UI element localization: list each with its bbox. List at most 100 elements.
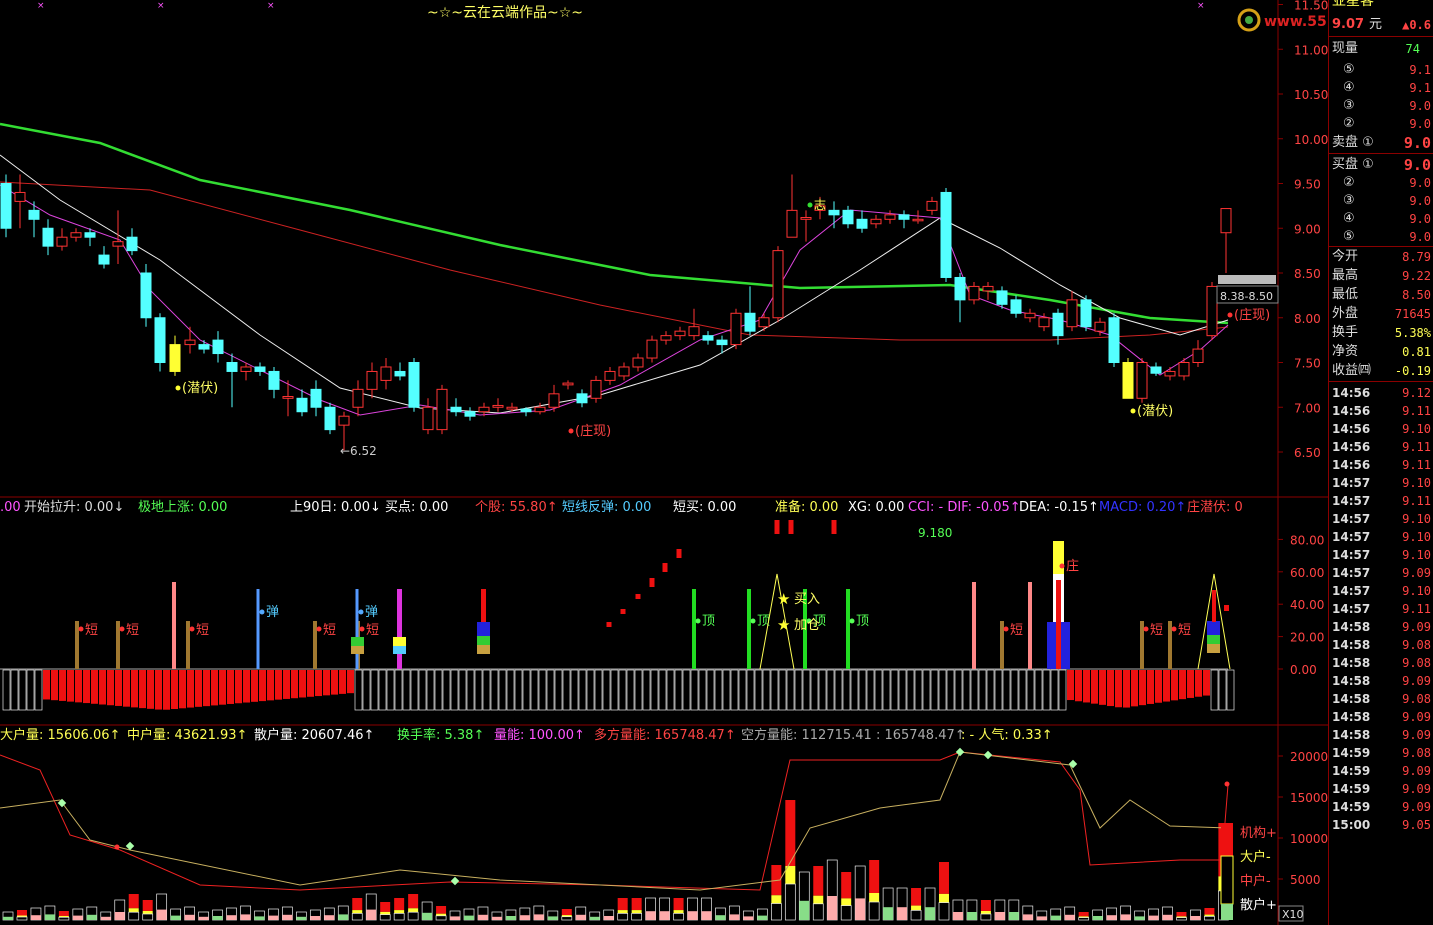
sell-level: ⑤ 9.1 — [1329, 61, 1433, 79]
candle-body — [870, 218, 882, 225]
volume-bar-big — [128, 894, 139, 909]
macd-bar-empty — [1210, 669, 1219, 711]
short-signal-dot — [119, 626, 125, 632]
main-annotations: (潜伏) (潜伏) (庄现) (庄现) ←6.52 志 8.38-8.50 × × × × — [37, 1, 1279, 458]
macd-bar-empty — [930, 669, 939, 711]
stat-row-value: 9.22 — [1402, 269, 1431, 283]
volume-bar-big — [938, 862, 949, 894]
bounce-label: 弹 — [365, 605, 378, 620]
tick-row-value: 9.11 — [1402, 440, 1431, 454]
macd-bar-empty — [1026, 669, 1035, 711]
macd-bar-empty — [1042, 669, 1051, 711]
candle-body — [56, 236, 68, 247]
macd-bar-empty — [770, 669, 779, 711]
candle-body — [352, 388, 364, 408]
macd-bar-empty — [562, 669, 571, 711]
tick-row-value: 9.08 — [1402, 692, 1431, 706]
candle-body — [1080, 299, 1092, 328]
macd-bar-empty — [642, 669, 651, 711]
volume-bar-mid — [380, 911, 391, 915]
volume-bar-big — [980, 900, 991, 911]
tick-row-value: 9.11 — [1402, 494, 1431, 508]
tick-row-label: 14:58 — [1332, 620, 1371, 634]
macd-bar-empty — [474, 669, 483, 711]
short-signal-dot — [1003, 626, 1009, 632]
volume-bar-big — [436, 906, 447, 914]
volume-bar-small — [58, 916, 70, 921]
volume-bar-fill — [86, 914, 97, 920]
candle-body — [450, 406, 462, 413]
rising-marker — [635, 594, 641, 599]
bounce-bar — [256, 589, 260, 669]
macd-bar-empty — [882, 669, 891, 711]
volume-bar-mid — [617, 910, 628, 914]
macd-bar-empty — [362, 669, 371, 711]
volume-bar-big — [673, 898, 684, 911]
macd-bar-empty — [746, 669, 755, 711]
macd-bar-empty — [410, 669, 419, 711]
top-signal-dot — [695, 618, 701, 624]
volume-bar-mid — [841, 898, 852, 906]
stock-chart-canvas[interactable]: ~☆~云在云端作品~☆~ www.55 11.50 11.00 10.50 10.00… — [0, 0, 1433, 925]
short-signal-bar — [313, 621, 317, 669]
candle-body — [506, 406, 518, 410]
volume-bar-big — [142, 900, 153, 911]
tick-row: 14:56 9.11 — [1329, 438, 1433, 456]
top-signal-dot — [849, 618, 855, 624]
candle-body — [366, 370, 378, 390]
tick-row-value: 9.12 — [1402, 386, 1431, 400]
volume-bar-fill — [170, 915, 181, 920]
price-tick-label: 7.00 — [1294, 401, 1321, 415]
tick-row-label: 14:58 — [1332, 692, 1371, 706]
bounce-label: 弹 — [266, 605, 279, 620]
xianliang-value: 74 — [1405, 42, 1420, 56]
volume-bar-fill — [44, 914, 55, 920]
volume-legend-label: 大户- — [1240, 849, 1271, 865]
volume-legend-label: 散户+ — [1240, 897, 1277, 913]
macd-bar-empty — [946, 669, 955, 711]
indicator-legend-bar: .00 开始拉升: 0.00↓ 极地上涨: 0.00 上90日: 0.00↓ 买点: 0… — [0, 499, 1243, 515]
macd-bar-neg — [1067, 670, 1074, 701]
indicator-legend-item: MACD: 0.20↑ — [1099, 500, 1186, 515]
tick-row: 14:57 9.11 — [1329, 492, 1433, 510]
macd-bar-neg — [283, 670, 290, 699]
candle-body — [98, 254, 110, 265]
sell-level-value: 9.0 — [1409, 117, 1431, 131]
volume-legend-item: 大户量: 15606.06↑ — [0, 727, 120, 743]
macd-bar-neg — [1099, 670, 1106, 705]
stack-brown — [351, 646, 364, 654]
macd-bar-neg — [131, 670, 138, 708]
macd-bar-empty — [674, 669, 683, 711]
macd-bar-empty — [810, 669, 819, 711]
macd-bar-empty — [698, 669, 707, 711]
volume-bar-mid — [673, 910, 684, 914]
macd-bar-empty — [906, 669, 915, 711]
volume-bar-small — [840, 905, 852, 921]
short-signal-label: 短 — [1150, 623, 1163, 638]
macd-bar-neg — [59, 670, 66, 701]
sell-level-value: 9.0 — [1409, 99, 1431, 113]
macd-bar-empty — [658, 669, 667, 711]
macd-bar-empty — [570, 669, 579, 711]
volume-legend-item: : - 人气: 0.33↑ — [961, 727, 1053, 743]
candle-body — [112, 241, 124, 247]
buy-level: ④ 9.0 — [1329, 210, 1433, 228]
stat-row-value: 8.79 — [1402, 250, 1431, 264]
macd-bar-empty — [490, 669, 499, 711]
candle-body — [126, 236, 138, 252]
candle-body — [744, 312, 756, 332]
macd-bar-neg — [1171, 670, 1178, 701]
macd-bar-empty — [714, 669, 723, 711]
sell-level-value: 9.1 — [1409, 81, 1431, 95]
volume-bar-fill — [491, 916, 502, 920]
tick-row: 14:56 9.11 — [1329, 456, 1433, 474]
candle-body — [926, 200, 938, 211]
qianfu-label-2: (潜伏) — [1137, 404, 1173, 419]
macd-bar-neg — [75, 670, 82, 703]
candle-body — [1136, 362, 1148, 399]
macd-bar-empty — [498, 669, 507, 711]
volume-bar-small — [938, 902, 950, 921]
volume-bar-small — [673, 913, 684, 921]
volume-bar-small — [617, 913, 629, 921]
volume-bar-mid — [813, 895, 824, 904]
